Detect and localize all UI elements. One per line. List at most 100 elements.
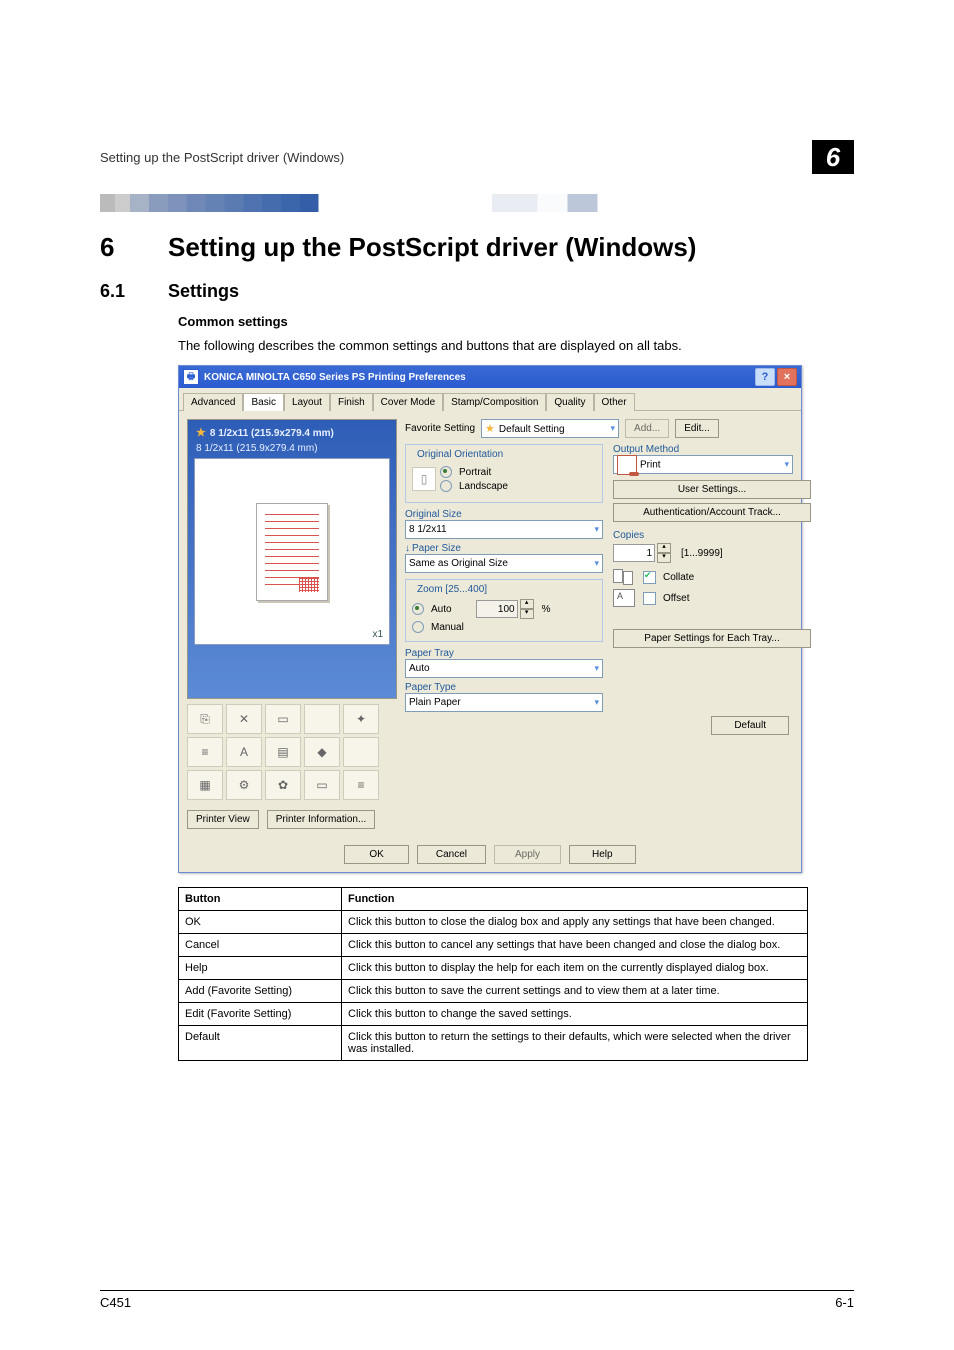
collate-icon <box>613 569 635 585</box>
paper-size-text: Paper Size <box>412 543 461 554</box>
grid-icon-7[interactable]: A <box>226 737 262 767</box>
printer-view-button[interactable]: Printer View <box>187 810 259 829</box>
preview-paper-area: x1 <box>194 458 390 645</box>
default-button[interactable]: Default <box>711 716 789 735</box>
body-paragraph: The following describes the common setti… <box>178 337 854 355</box>
add-button[interactable]: Add... <box>625 419 669 438</box>
preview-icon-grid: ⎘ ✕ ▭ ✦ ≡ A ▤ ◆ ▦ ⚙ ✿ ▭ ≡ <box>187 704 397 800</box>
offset-checkbox[interactable] <box>643 592 656 605</box>
output-method-select[interactable]: Print ▾ <box>613 455 793 474</box>
favorite-setting-select[interactable]: ★Default Setting ▾ <box>481 419 619 438</box>
breadcrumb: Setting up the PostScript driver (Window… <box>100 150 344 165</box>
copies-input[interactable]: 1 <box>613 544 655 562</box>
orientation-legend: Original Orientation <box>414 449 506 460</box>
app-icon: 🖶 <box>183 369 199 385</box>
zoom-auto-label: Auto <box>431 604 452 615</box>
tab-quality[interactable]: Quality <box>546 393 593 411</box>
grid-icon-8[interactable]: ▤ <box>265 737 301 767</box>
preview-zoom-label: x1 <box>372 629 383 640</box>
row-button: OK <box>179 911 342 934</box>
table-head-button: Button <box>179 888 342 911</box>
grid-icon-9[interactable]: ◆ <box>304 737 340 767</box>
ok-button[interactable]: OK <box>344 845 408 864</box>
copies-range: [1...9999] <box>681 548 723 559</box>
tab-advanced[interactable]: Advanced <box>183 393 243 411</box>
tab-covermode[interactable]: Cover Mode <box>373 393 443 411</box>
orientation-icon: ▯ <box>412 467 436 491</box>
help-button[interactable]: ? <box>755 368 775 386</box>
spin-up[interactable]: ▴ <box>520 599 534 609</box>
star-icon: ★ <box>485 423 495 435</box>
chevron-down-icon: ▾ <box>784 459 789 470</box>
paper-type-select[interactable]: Plain Paper▾ <box>405 693 603 712</box>
paper-icon <box>256 503 328 601</box>
tab-other[interactable]: Other <box>594 393 635 411</box>
grid-icon-12[interactable]: ⚙ <box>226 770 262 800</box>
edit-button[interactable]: Edit... <box>675 419 719 438</box>
zoom-manual-label: Manual <box>431 622 464 633</box>
paper-size-value: Same as Original Size <box>409 558 508 569</box>
decor-stripe <box>100 194 854 212</box>
row-function: Click this button to return the settings… <box>342 1026 808 1061</box>
auth-track-button[interactable]: Authentication/Account Track... <box>613 503 811 522</box>
zoom-legend: Zoom [25...400] <box>414 584 490 595</box>
spin-down[interactable]: ▾ <box>657 553 671 563</box>
tab-layout[interactable]: Layout <box>284 393 330 411</box>
paper-settings-tray-button[interactable]: Paper Settings for Each Tray... <box>613 629 811 648</box>
grid-icon-10[interactable] <box>343 737 379 767</box>
grid-icon-14[interactable]: ▭ <box>304 770 340 800</box>
offset-label: Offset <box>663 593 690 604</box>
original-size-select[interactable]: 8 1/2x11▾ <box>405 520 603 539</box>
printer-information-button[interactable]: Printer Information... <box>267 810 376 829</box>
chevron-down-icon: ▾ <box>594 524 599 535</box>
section-heading: 6.1Settings <box>100 281 854 302</box>
portrait-radio[interactable] <box>440 466 452 478</box>
chapter-badge: 6 <box>812 140 854 174</box>
table-row: CancelClick this button to cancel any se… <box>179 934 808 957</box>
zoom-value-input[interactable]: 100 <box>476 600 518 618</box>
close-button[interactable]: × <box>777 368 797 386</box>
grid-icon-3[interactable]: ▭ <box>265 704 301 734</box>
grid-icon-1[interactable]: ⎘ <box>187 704 223 734</box>
grid-icon-13[interactable]: ✿ <box>265 770 301 800</box>
landscape-label: Landscape <box>459 481 508 492</box>
spin-down[interactable]: ▾ <box>520 609 534 619</box>
grid-icon-11[interactable]: ▦ <box>187 770 223 800</box>
copies-label: Copies <box>613 530 793 541</box>
cancel-button[interactable]: Cancel <box>417 845 486 864</box>
row-button: Edit (Favorite Setting) <box>179 1003 342 1026</box>
table-head-function: Function <box>342 888 808 911</box>
tab-finish[interactable]: Finish <box>330 393 373 411</box>
collate-checkbox[interactable] <box>643 571 656 584</box>
tab-stamp[interactable]: Stamp/Composition <box>443 393 546 411</box>
paper-size-select[interactable]: Same as Original Size ▾ <box>405 554 603 573</box>
chevron-down-icon: ▾ <box>594 663 599 674</box>
chevron-down-icon: ▾ <box>594 558 599 569</box>
footer-left: C451 <box>100 1295 131 1310</box>
grid-icon-4[interactable] <box>304 704 340 734</box>
zoom-auto-radio[interactable] <box>412 603 424 615</box>
row-button: Help <box>179 957 342 980</box>
tab-basic[interactable]: Basic <box>243 393 283 411</box>
preview-bottom-label: 8 1/2x11 (215.9x279.4 mm) <box>192 441 392 456</box>
row-function: Click this button to cancel any settings… <box>342 934 808 957</box>
spin-up[interactable]: ▴ <box>657 543 671 553</box>
row-button: Default <box>179 1026 342 1061</box>
grid-icon-6[interactable]: ≡ <box>187 737 223 767</box>
preview-pane: ★8 1/2x11 (215.9x279.4 mm) 8 1/2x11 (215… <box>187 419 397 699</box>
table-row: Edit (Favorite Setting)Click this button… <box>179 1003 808 1026</box>
row-function: Click this button to save the current se… <box>342 980 808 1003</box>
preview-top-label: ★8 1/2x11 (215.9x279.4 mm) <box>192 424 392 441</box>
help-button[interactable]: Help <box>569 845 636 864</box>
star-icon: ★ <box>196 427 206 439</box>
paper-tray-select[interactable]: Auto▾ <box>405 659 603 678</box>
row-button: Add (Favorite Setting) <box>179 980 342 1003</box>
grid-icon-2[interactable]: ✕ <box>226 704 262 734</box>
chapter-number: 6 <box>100 232 168 263</box>
apply-button[interactable]: Apply <box>494 845 561 864</box>
grid-icon-15[interactable]: ≡ <box>343 770 379 800</box>
landscape-radio[interactable] <box>440 480 452 492</box>
grid-icon-5[interactable]: ✦ <box>343 704 379 734</box>
zoom-manual-radio[interactable] <box>412 621 424 633</box>
user-settings-button[interactable]: User Settings... <box>613 480 811 499</box>
